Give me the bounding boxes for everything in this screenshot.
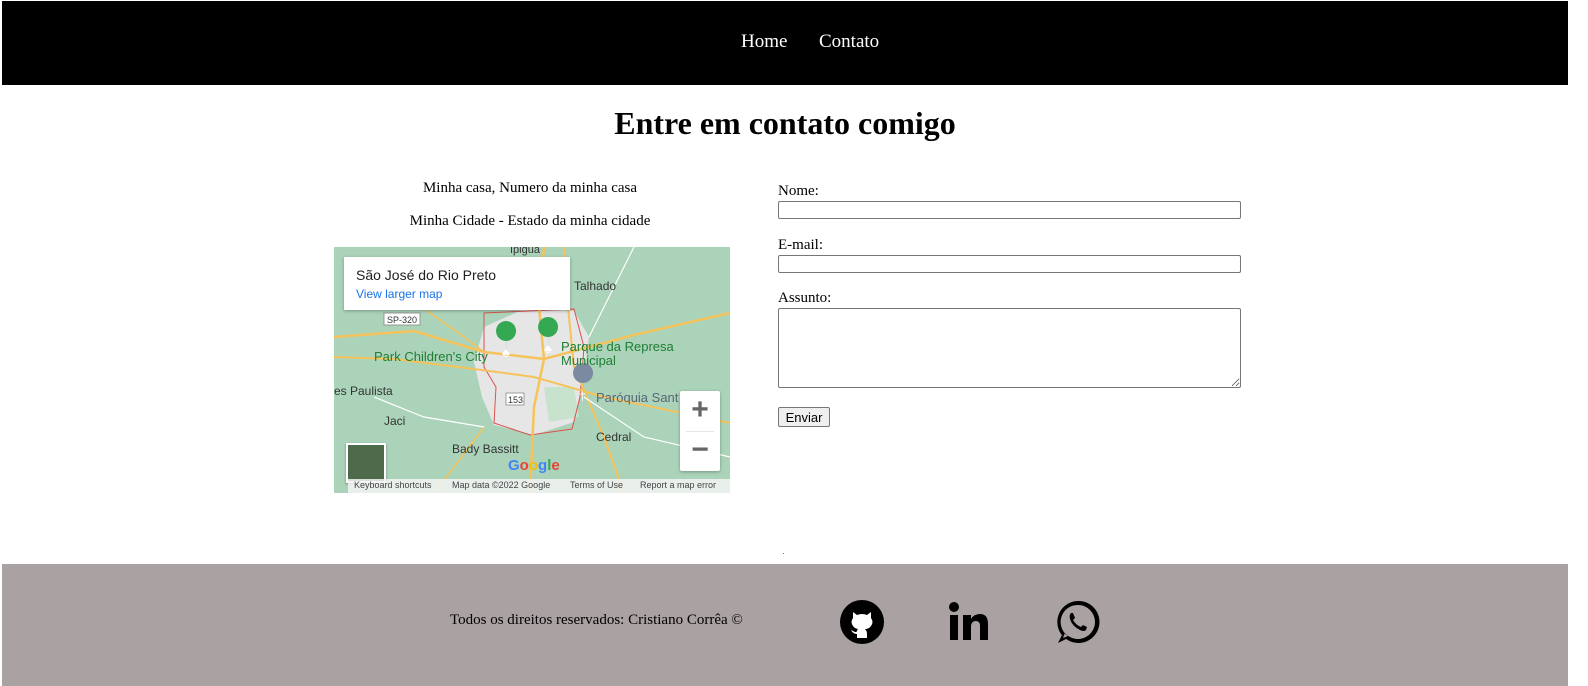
footer: Todos os direitos reservados: Cristiano …: [2, 564, 1568, 686]
map-label-ipigua: Ipiguá: [510, 247, 541, 256]
subject-label: Assunto:: [778, 290, 832, 306]
map-label-paulista: es Paulista: [334, 384, 393, 398]
address-line-2: Minha Cidade - Estado da minha cidade: [409, 213, 651, 229]
google-map[interactable]: ♣ ♣ † Ipiguá Talhado SP-320 Park Childre…: [334, 247, 730, 493]
page: Home Contato Entre em contato comigo Min…: [2, 1, 1568, 686]
map-data-text: Map data ©2022 Google: [452, 480, 551, 490]
whatsapp-icon[interactable]: [1054, 598, 1102, 646]
satellite-toggle-button[interactable]: [346, 443, 386, 483]
map-info-card: São José do Rio Preto View larger map: [344, 257, 570, 310]
page-title: Entre em contato comigo: [614, 105, 956, 141]
map-label-municipal: Municipal: [561, 353, 616, 368]
svg-text:♣: ♣: [502, 346, 510, 360]
map-label-talhado: Talhado: [574, 279, 616, 293]
map-place-name: São José do Rio Preto: [356, 267, 497, 283]
copyright-text: Todos os direitos reservados: Cristiano …: [450, 612, 743, 628]
github-icon[interactable]: [838, 598, 886, 646]
address-line-1: Minha casa, Numero da minha casa: [422, 180, 638, 196]
map-label-park: Park Children's City: [374, 349, 488, 364]
svg-text:SP-320: SP-320: [387, 315, 417, 325]
top-nav: Home Contato: [2, 1, 1568, 85]
nav-contato-link[interactable]: Contato: [819, 31, 879, 53]
map-label-paroquia: Paróquia Sant: [596, 390, 679, 405]
keyboard-shortcuts-link[interactable]: Keyboard shortcuts: [354, 480, 432, 490]
svg-text:153: 153: [508, 395, 523, 405]
linkedin-icon[interactable]: [946, 598, 994, 646]
zoom-out-button[interactable]: −: [680, 431, 720, 471]
zoom-in-button[interactable]: +: [680, 391, 720, 431]
svg-text:♣: ♣: [544, 342, 552, 356]
report-map-error-link[interactable]: Report a map error: [640, 480, 716, 490]
stray-dot: [783, 553, 784, 554]
map-label-jaci: Jaci: [384, 414, 405, 428]
map-label-parque: Parque da Represa: [561, 339, 675, 354]
map-label-bady: Bady Bassitt: [452, 442, 519, 456]
view-larger-map-link[interactable]: View larger map: [356, 287, 442, 301]
name-label: Nome:: [778, 183, 819, 199]
svg-text:†: †: [579, 389, 586, 403]
map-attribution-bar: Keyboard shortcuts Map data ©2022 Google…: [348, 479, 730, 493]
terms-of-use-link[interactable]: Terms of Use: [570, 480, 623, 490]
map-shield-153: 153: [505, 392, 525, 406]
subject-textarea[interactable]: [778, 308, 1241, 388]
google-logo: Google: [508, 457, 560, 474]
nav-home-link[interactable]: Home: [741, 31, 787, 53]
map-zoom-control: + −: [680, 391, 720, 471]
map-label-cedral: Cedral: [596, 430, 631, 444]
map-shield-sp320: SP-320: [383, 312, 421, 326]
submit-button[interactable]: Enviar: [778, 407, 830, 427]
email-input[interactable]: [778, 255, 1241, 273]
email-label: E-mail:: [778, 237, 823, 253]
name-input[interactable]: [778, 201, 1241, 219]
